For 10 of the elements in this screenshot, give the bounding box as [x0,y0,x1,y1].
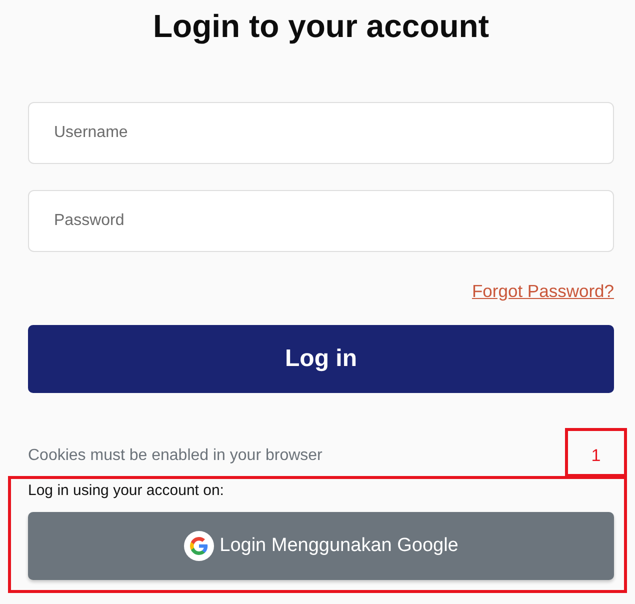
cookies-notice: Cookies must be enabled in your browser [28,446,322,466]
google-login-button[interactable]: Login Menggunakan Google [28,512,614,580]
alt-login-label: Log in using your account on: [28,481,224,501]
username-field[interactable]: Username [28,102,614,164]
google-icon [184,531,214,561]
login-button[interactable]: Log in [28,325,614,393]
forgot-password-link[interactable]: Forgot Password? [472,280,614,302]
page-title: Login to your account [153,7,489,46]
annotation-number: 1 [591,444,601,466]
password-field[interactable]: Password [28,190,614,252]
